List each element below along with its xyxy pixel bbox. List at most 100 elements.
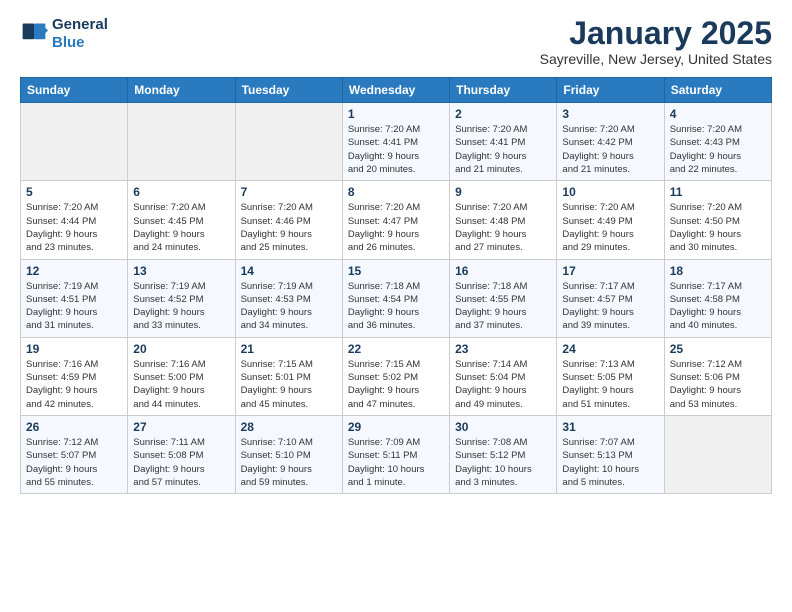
calendar-cell: 4 Sunrise: 7:20 AM Sunset: 4:43 PM Daylig… (664, 103, 771, 181)
day-info: Sunrise: 7:11 AM Sunset: 5:08 PM Dayligh… (133, 436, 229, 489)
calendar-header-row: SundayMondayTuesdayWednesdayThursdayFrid… (21, 78, 772, 103)
day-number: 29 (348, 420, 444, 434)
calendar-cell: 22 Sunrise: 7:15 AM Sunset: 5:02 PM Dayli… (342, 337, 449, 415)
calendar-cell: 7Sunrise: 7:20 AM Sunset: 4:46 PM Daylig… (235, 181, 342, 259)
day-info: Sunrise: 7:15 AM Sunset: 5:02 PM Dayligh… (348, 358, 444, 411)
day-info: Sunrise: 7:20 AM Sunset: 4:41 PM Dayligh… (348, 123, 444, 176)
calendar-cell: 9 Sunrise: 7:20 AM Sunset: 4:48 PM Daylig… (450, 181, 557, 259)
calendar-day-header: Sunday (21, 78, 128, 103)
day-number: 17 (562, 264, 658, 278)
day-info: Sunrise: 7:12 AM Sunset: 5:06 PM Dayligh… (670, 358, 766, 411)
day-number: 26 (26, 420, 122, 434)
day-info: Sunrise: 7:20 AM Sunset: 4:50 PM Dayligh… (670, 201, 766, 254)
day-info: Sunrise: 7:17 AM Sunset: 4:58 PM Dayligh… (670, 280, 766, 333)
day-info: Sunrise: 7:20 AM Sunset: 4:45 PM Dayligh… (133, 201, 229, 254)
day-info: Sunrise: 7:10 AM Sunset: 5:10 PM Dayligh… (241, 436, 337, 489)
day-number: 3 (562, 107, 658, 121)
page: General Blue January 2025 Sayreville, Ne… (0, 0, 792, 510)
day-info: Sunrise: 7:08 AM Sunset: 5:12 PM Dayligh… (455, 436, 551, 489)
day-number: 5 (26, 185, 122, 199)
calendar-cell: 5Sunrise: 7:20 AM Sunset: 4:44 PM Daylig… (21, 181, 128, 259)
day-number: 24 (562, 342, 658, 356)
day-info: Sunrise: 7:07 AM Sunset: 5:13 PM Dayligh… (562, 436, 658, 489)
calendar-week-row: 5Sunrise: 7:20 AM Sunset: 4:44 PM Daylig… (21, 181, 772, 259)
calendar-day-header: Monday (128, 78, 235, 103)
day-info: Sunrise: 7:19 AM Sunset: 4:53 PM Dayligh… (241, 280, 337, 333)
day-info: Sunrise: 7:09 AM Sunset: 5:11 PM Dayligh… (348, 436, 444, 489)
calendar-day-header: Saturday (664, 78, 771, 103)
day-number: 23 (455, 342, 551, 356)
calendar-cell: 1 Sunrise: 7:20 AM Sunset: 4:41 PM Daylig… (342, 103, 449, 181)
calendar-cell: 15Sunrise: 7:18 AM Sunset: 4:54 PM Dayli… (342, 259, 449, 337)
calendar-cell: 31 Sunrise: 7:07 AM Sunset: 5:13 PM Dayli… (557, 415, 664, 493)
month-title: January 2025 (540, 16, 772, 51)
day-number: 13 (133, 264, 229, 278)
day-info: Sunrise: 7:20 AM Sunset: 4:48 PM Dayligh… (455, 201, 551, 254)
calendar-table: SundayMondayTuesdayWednesdayThursdayFrid… (20, 77, 772, 494)
day-number: 31 (562, 420, 658, 434)
day-number: 8 (348, 185, 444, 199)
day-info: Sunrise: 7:18 AM Sunset: 4:55 PM Dayligh… (455, 280, 551, 333)
day-number: 1 (348, 107, 444, 121)
header: General Blue January 2025 Sayreville, Ne… (20, 16, 772, 67)
calendar-cell (664, 415, 771, 493)
day-number: 20 (133, 342, 229, 356)
calendar-cell: 13 Sunrise: 7:19 AM Sunset: 4:52 PM Dayli… (128, 259, 235, 337)
calendar-cell: 25 Sunrise: 7:12 AM Sunset: 5:06 PM Dayli… (664, 337, 771, 415)
calendar-day-header: Wednesday (342, 78, 449, 103)
day-number: 10 (562, 185, 658, 199)
calendar-week-row: 1 Sunrise: 7:20 AM Sunset: 4:41 PM Daylig… (21, 103, 772, 181)
day-number: 25 (670, 342, 766, 356)
calendar-week-row: 26 Sunrise: 7:12 AM Sunset: 5:07 PM Dayli… (21, 415, 772, 493)
calendar-cell: 11 Sunrise: 7:20 AM Sunset: 4:50 PM Dayli… (664, 181, 771, 259)
calendar-cell (128, 103, 235, 181)
day-number: 2 (455, 107, 551, 121)
calendar-cell: 8Sunrise: 7:20 AM Sunset: 4:47 PM Daylig… (342, 181, 449, 259)
logo-icon (20, 20, 48, 48)
calendar-cell: 3 Sunrise: 7:20 AM Sunset: 4:42 PM Daylig… (557, 103, 664, 181)
calendar-cell: 20 Sunrise: 7:16 AM Sunset: 5:00 PM Dayli… (128, 337, 235, 415)
calendar-cell: 30Sunrise: 7:08 AM Sunset: 5:12 PM Dayli… (450, 415, 557, 493)
day-info: Sunrise: 7:13 AM Sunset: 5:05 PM Dayligh… (562, 358, 658, 411)
day-number: 7 (241, 185, 337, 199)
logo-line2: Blue (52, 34, 108, 52)
day-info: Sunrise: 7:17 AM Sunset: 4:57 PM Dayligh… (562, 280, 658, 333)
day-number: 15 (348, 264, 444, 278)
day-number: 21 (241, 342, 337, 356)
calendar-cell: 6 Sunrise: 7:20 AM Sunset: 4:45 PM Daylig… (128, 181, 235, 259)
calendar-day-header: Friday (557, 78, 664, 103)
calendar-cell: 26 Sunrise: 7:12 AM Sunset: 5:07 PM Dayli… (21, 415, 128, 493)
day-info: Sunrise: 7:14 AM Sunset: 5:04 PM Dayligh… (455, 358, 551, 411)
day-number: 27 (133, 420, 229, 434)
day-number: 22 (348, 342, 444, 356)
day-number: 9 (455, 185, 551, 199)
day-number: 28 (241, 420, 337, 434)
day-number: 6 (133, 185, 229, 199)
day-info: Sunrise: 7:12 AM Sunset: 5:07 PM Dayligh… (26, 436, 122, 489)
day-info: Sunrise: 7:20 AM Sunset: 4:43 PM Dayligh… (670, 123, 766, 176)
logo: General Blue (20, 16, 108, 52)
logo-line1: General (52, 16, 108, 34)
calendar-cell: 10Sunrise: 7:20 AM Sunset: 4:49 PM Dayli… (557, 181, 664, 259)
day-info: Sunrise: 7:19 AM Sunset: 4:52 PM Dayligh… (133, 280, 229, 333)
calendar-cell: 18Sunrise: 7:17 AM Sunset: 4:58 PM Dayli… (664, 259, 771, 337)
day-info: Sunrise: 7:16 AM Sunset: 5:00 PM Dayligh… (133, 358, 229, 411)
location: Sayreville, New Jersey, United States (540, 51, 772, 67)
calendar-cell: 14Sunrise: 7:19 AM Sunset: 4:53 PM Dayli… (235, 259, 342, 337)
day-number: 4 (670, 107, 766, 121)
day-number: 16 (455, 264, 551, 278)
day-number: 11 (670, 185, 766, 199)
calendar-week-row: 12Sunrise: 7:19 AM Sunset: 4:51 PM Dayli… (21, 259, 772, 337)
calendar-cell: 27 Sunrise: 7:11 AM Sunset: 5:08 PM Dayli… (128, 415, 235, 493)
calendar-cell: 16 Sunrise: 7:18 AM Sunset: 4:55 PM Dayli… (450, 259, 557, 337)
calendar-week-row: 19Sunrise: 7:16 AM Sunset: 4:59 PM Dayli… (21, 337, 772, 415)
day-info: Sunrise: 7:15 AM Sunset: 5:01 PM Dayligh… (241, 358, 337, 411)
calendar-cell: 12Sunrise: 7:19 AM Sunset: 4:51 PM Dayli… (21, 259, 128, 337)
calendar-cell: 2Sunrise: 7:20 AM Sunset: 4:41 PM Daylig… (450, 103, 557, 181)
calendar-day-header: Tuesday (235, 78, 342, 103)
day-number: 19 (26, 342, 122, 356)
title-block: January 2025 Sayreville, New Jersey, Uni… (540, 16, 772, 67)
day-info: Sunrise: 7:20 AM Sunset: 4:42 PM Dayligh… (562, 123, 658, 176)
day-info: Sunrise: 7:19 AM Sunset: 4:51 PM Dayligh… (26, 280, 122, 333)
calendar-cell: 21 Sunrise: 7:15 AM Sunset: 5:01 PM Dayli… (235, 337, 342, 415)
